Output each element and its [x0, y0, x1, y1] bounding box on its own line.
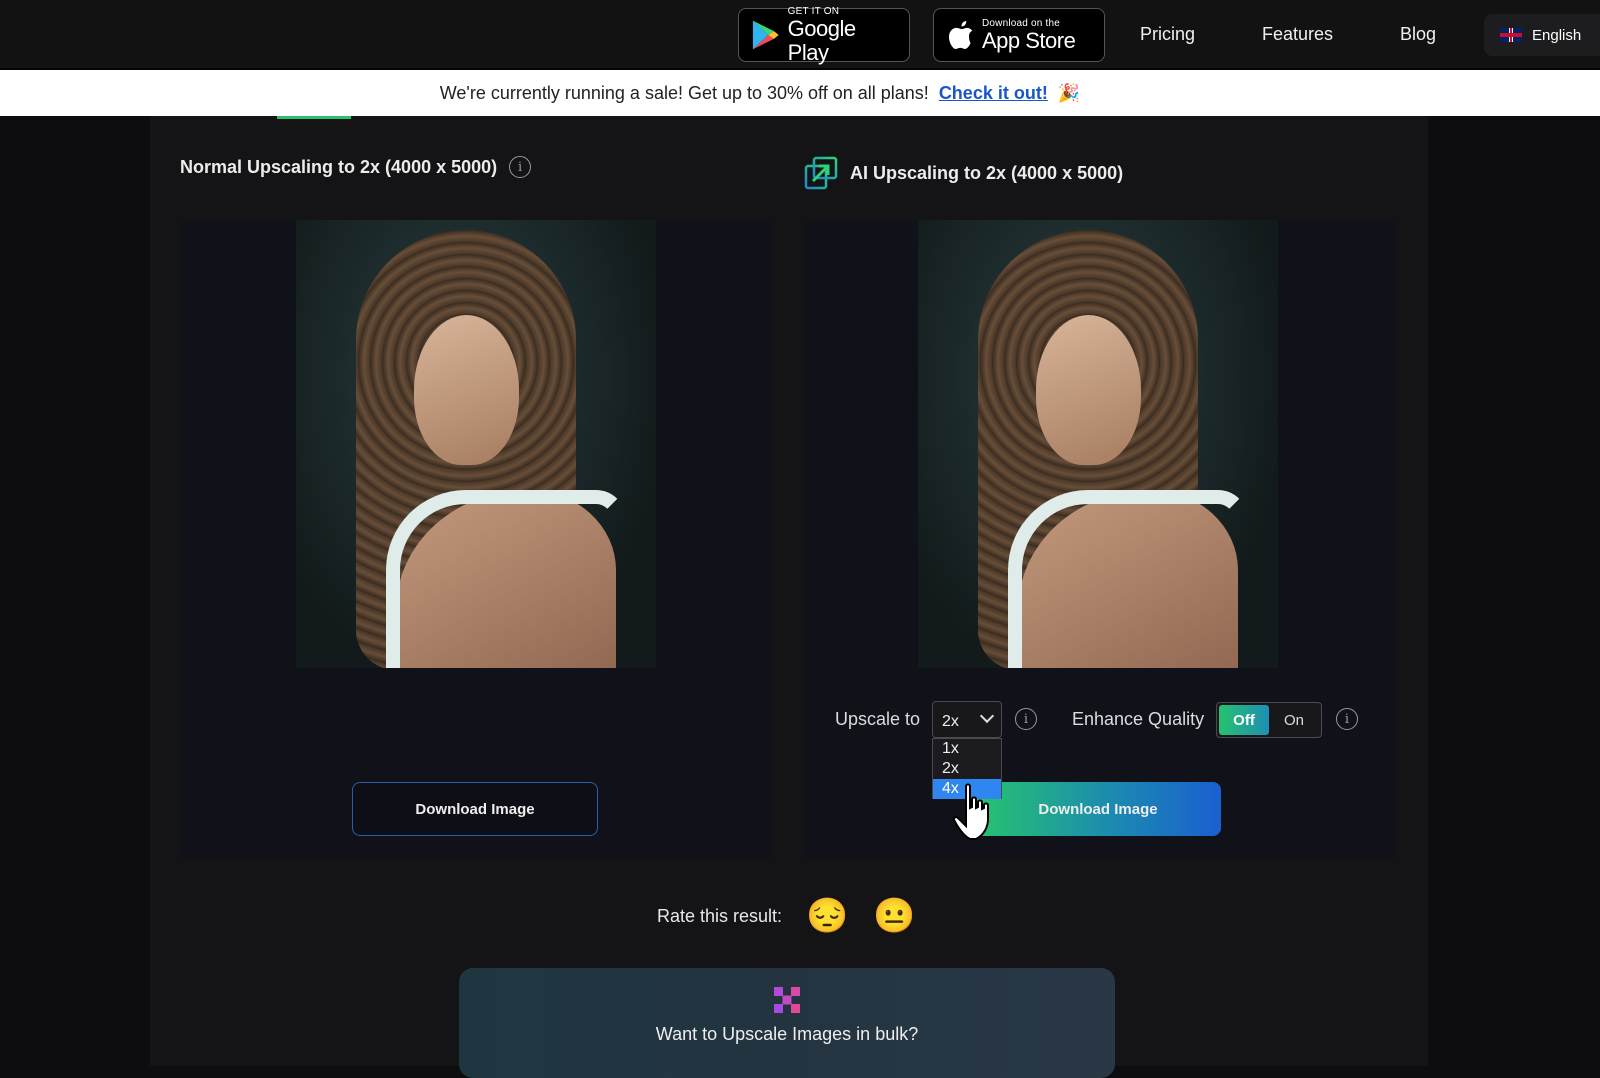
active-tab-indicator — [277, 116, 351, 119]
normal-image-frame — [181, 220, 771, 858]
bulk-grid-icon — [774, 987, 800, 1013]
normal-upscaled-image — [296, 220, 656, 668]
ai-upscale-title: AI Upscaling to 2x (4000 x 5000) — [850, 162, 1124, 183]
google-play-badge[interactable]: GET IT ON Google Play — [738, 5, 910, 65]
toggle-off-option[interactable]: Off — [1219, 705, 1269, 735]
language-selector[interactable]: English — [1484, 14, 1600, 56]
upscale-to-label: Upscale to — [835, 709, 921, 729]
nav-link-pricing[interactable]: Pricing — [1140, 24, 1195, 45]
app-store-badge[interactable]: Download on the App Store — [933, 8, 1105, 62]
bulk-upscale-text: Want to Upscale Images in bulk? — [655, 1024, 919, 1044]
app-store-big-text: App Store — [982, 27, 1076, 53]
info-icon[interactable]: i — [509, 156, 532, 178]
upscale-select[interactable]: 2x — [932, 701, 1002, 738]
enhance-quality-toggle[interactable]: Off On — [1216, 702, 1322, 738]
normal-download-button[interactable]: Download Image — [352, 782, 598, 836]
dropdown-option-1x[interactable]: 1x — [933, 739, 1001, 759]
ai-download-button[interactable]: Download Image — [975, 782, 1221, 836]
uk-flag-icon — [1500, 28, 1522, 42]
ai-upscale-header: AI Upscaling to 2x (4000 x 5000) — [804, 156, 1123, 190]
neutral-face-rating-button[interactable]: 😐 — [873, 896, 915, 936]
upscale-info-icon[interactable]: i — [1015, 708, 1037, 730]
google-play-small-text: GET IT ON — [787, 5, 840, 17]
apple-icon — [949, 21, 973, 49]
enhance-info-icon[interactable]: i — [1336, 708, 1358, 730]
sad-face-rating-button[interactable]: 😔 — [806, 896, 848, 936]
top-navbar: GET IT ON Google Play Download on the Ap… — [0, 0, 1600, 70]
language-label: English — [1532, 26, 1582, 44]
enhance-quality-label: Enhance Quality — [1072, 709, 1205, 729]
normal-upscale-header: Normal Upscaling to 2x (4000 x 5000) i — [180, 156, 532, 178]
dropdown-option-2x[interactable]: 2x — [933, 759, 1001, 779]
nav-link-blog[interactable]: Blog — [1400, 24, 1436, 45]
upscale-arrow-icon — [804, 156, 838, 190]
chevron-down-icon — [979, 708, 995, 724]
ai-upscaled-image — [918, 220, 1278, 668]
normal-upscale-title: Normal Upscaling to 2x (4000 x 5000) — [180, 156, 498, 177]
ai-image-frame — [805, 220, 1395, 858]
upscale-select-value: 2x — [942, 713, 959, 730]
google-play-icon — [752, 20, 779, 50]
google-play-big-text: Google Play — [787, 15, 856, 65]
app-store-small-text: Download on the — [982, 17, 1061, 29]
nav-link-features[interactable]: Features — [1262, 24, 1333, 45]
rate-result-label: Rate this result: — [657, 906, 783, 926]
sale-cta-link[interactable]: Check it out! — [939, 83, 1048, 104]
sale-banner: We're currently running a sale! Get up t… — [0, 70, 1600, 116]
hand-pointer-cursor-icon — [952, 783, 989, 840]
toggle-on-option[interactable]: On — [1269, 705, 1319, 735]
sale-message: We're currently running a sale! Get up t… — [439, 82, 929, 103]
party-popper-icon: 🎉 — [1057, 82, 1081, 103]
